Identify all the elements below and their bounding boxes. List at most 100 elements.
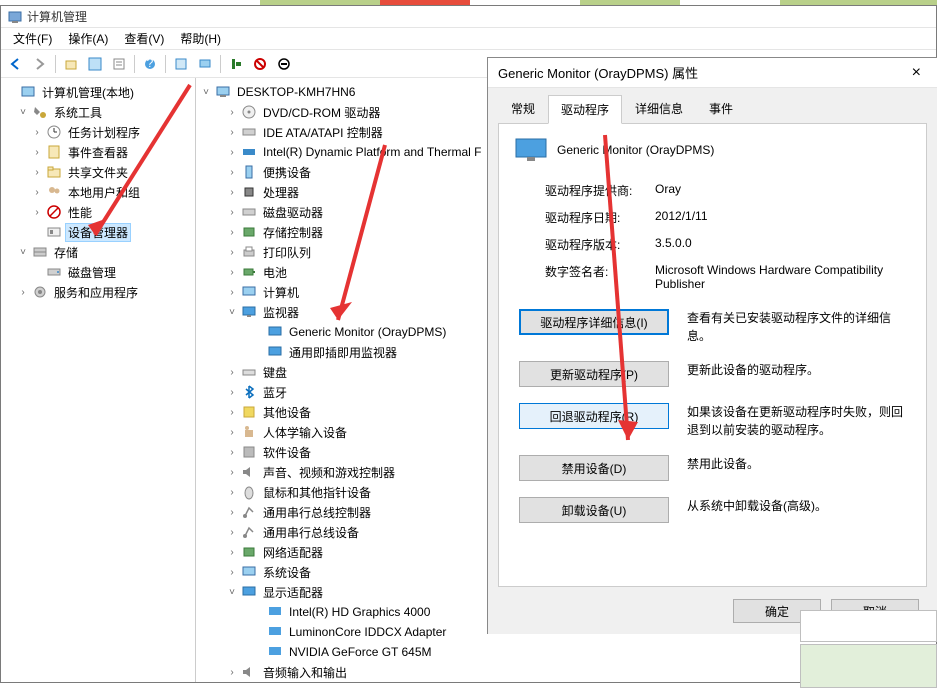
expand-icon[interactable]: ˅	[226, 587, 238, 598]
device-disk[interactable]: 磁盘驱动器	[260, 203, 326, 222]
tree-performance[interactable]: 性能	[65, 203, 95, 222]
device-keyboard[interactable]: 键盘	[260, 363, 290, 382]
device-display[interactable]: 显示适配器	[260, 583, 326, 602]
device-gpu2[interactable]: LuminonCore IDDCX Adapter	[286, 624, 449, 640]
expand-icon[interactable]: ›	[226, 407, 238, 418]
device-usb[interactable]: 通用串行总线控制器	[260, 503, 374, 522]
expand-icon[interactable]: ›	[226, 227, 238, 238]
help-button[interactable]: ?	[139, 53, 161, 75]
device-computer[interactable]: 计算机	[260, 283, 302, 302]
expand-icon[interactable]: ›	[226, 467, 238, 478]
expand-icon[interactable]: ›	[31, 147, 43, 158]
device-storage-ctrl[interactable]: 存储控制器	[260, 223, 326, 242]
expand-icon[interactable]: ›	[31, 187, 43, 198]
device-portable[interactable]: 便携设备	[260, 163, 314, 182]
expand-icon[interactable]: ›	[226, 387, 238, 398]
expand-icon[interactable]: ›	[226, 527, 238, 538]
tab-events[interactable]: 事件	[696, 94, 746, 123]
tree-local-users[interactable]: 本地用户和组	[65, 183, 143, 202]
expand-icon[interactable]: ›	[31, 207, 43, 218]
device-ide[interactable]: IDE ATA/ATAPI 控制器	[260, 123, 386, 142]
tree-event-viewer[interactable]: 事件查看器	[65, 143, 131, 162]
expand-icon[interactable]: ›	[226, 507, 238, 518]
dialog-titlebar[interactable]: Generic Monitor (OrayDPMS) 属性 ×	[488, 58, 937, 88]
device-system[interactable]: 系统设备	[260, 563, 314, 582]
expand-icon[interactable]: ›	[226, 147, 238, 158]
expand-icon[interactable]: ›	[226, 207, 238, 218]
device-usb-dev[interactable]: 通用串行总线设备	[260, 523, 362, 542]
device-mon1[interactable]: Generic Monitor (OrayDPMS)	[286, 324, 449, 340]
expand-icon[interactable]: ›	[226, 247, 238, 258]
menu-help[interactable]: 帮助(H)	[172, 28, 229, 49]
up-button[interactable]	[60, 53, 82, 75]
expand-icon[interactable]: ›	[17, 287, 29, 298]
tree-storage[interactable]: 存储	[51, 243, 81, 262]
expand-icon[interactable]: ›	[226, 447, 238, 458]
expand-icon[interactable]: ›	[226, 267, 238, 278]
device-other[interactable]: 其他设备	[260, 403, 314, 422]
expand-icon[interactable]: ›	[226, 187, 238, 198]
expand-icon[interactable]: ›	[31, 127, 43, 138]
enable-button[interactable]	[225, 53, 247, 75]
uninstall-device-button[interactable]: 卸载设备(U)	[519, 497, 669, 523]
device-audio[interactable]: 声音、视频和游戏控制器	[260, 463, 398, 482]
device-printer[interactable]: 打印队列	[260, 243, 314, 262]
tree-disk-mgmt[interactable]: 磁盘管理	[65, 263, 119, 282]
tree-shared-folders[interactable]: 共享文件夹	[65, 163, 131, 182]
expand-icon[interactable]: ›	[226, 427, 238, 438]
device-monitors[interactable]: 监视器	[260, 303, 302, 322]
device-network[interactable]: 网络适配器	[260, 543, 326, 562]
close-icon[interactable]: ×	[906, 64, 927, 82]
tab-driver[interactable]: 驱动程序	[548, 95, 622, 124]
device-mouse[interactable]: 鼠标和其他指针设备	[260, 483, 374, 502]
expand-icon[interactable]: ˅	[226, 307, 238, 318]
menu-action[interactable]: 操作(A)	[60, 28, 116, 49]
left-tree-panel[interactable]: ▸计算机管理(本地) ˅系统工具 ›任务计划程序 ›事件查看器 ›共享文件夹 ›…	[1, 78, 196, 682]
expand-icon[interactable]: ˅	[17, 107, 29, 118]
driver-details-button[interactable]: 驱动程序详细信息(I)	[519, 309, 669, 335]
device-dvd[interactable]: DVD/CD-ROM 驱动器	[260, 103, 383, 122]
title-bar[interactable]: 计算机管理	[1, 6, 936, 28]
forward-button[interactable]	[29, 53, 51, 75]
uninstall-button[interactable]	[273, 53, 295, 75]
device-software[interactable]: 软件设备	[260, 443, 314, 462]
device-bluetooth[interactable]: 蓝牙	[260, 383, 290, 402]
menu-file[interactable]: 文件(F)	[5, 28, 60, 49]
expand-icon[interactable]: ›	[226, 567, 238, 578]
tree-system-tools[interactable]: 系统工具	[51, 103, 105, 122]
expand-icon[interactable]: ›	[226, 167, 238, 178]
expand-icon[interactable]: ›	[226, 547, 238, 558]
device-audio-io[interactable]: 音频输入和输出	[260, 663, 350, 682]
expand-icon[interactable]: ›	[226, 487, 238, 498]
disable-button[interactable]	[249, 53, 271, 75]
device-cpu[interactable]: 处理器	[260, 183, 302, 202]
device-root[interactable]: DESKTOP-KMH7HN6	[234, 84, 358, 100]
tab-details[interactable]: 详细信息	[622, 94, 696, 123]
expand-icon[interactable]: ›	[226, 127, 238, 138]
device-mon2[interactable]: 通用即插即用监视器	[286, 343, 400, 362]
device-hid[interactable]: 人体学输入设备	[260, 423, 350, 442]
tree-device-manager[interactable]: 设备管理器	[65, 223, 131, 242]
expand-icon[interactable]: ˅	[200, 87, 212, 98]
properties-button[interactable]	[108, 53, 130, 75]
disable-device-button[interactable]: 禁用设备(D)	[519, 455, 669, 481]
device-gpu3[interactable]: NVIDIA GeForce GT 645M	[286, 644, 435, 660]
rollback-driver-button[interactable]: 回退驱动程序(R)	[519, 403, 669, 429]
tree-services[interactable]: 服务和应用程序	[51, 283, 141, 302]
tab-general[interactable]: 常规	[498, 94, 548, 123]
device-intel[interactable]: Intel(R) Dynamic Platform and Thermal F	[260, 144, 485, 160]
update-driver-button[interactable]: 更新驱动程序(P)	[519, 361, 669, 387]
device-gpu1[interactable]: Intel(R) HD Graphics 4000	[286, 604, 433, 620]
expand-icon[interactable]: ›	[226, 107, 238, 118]
view-button[interactable]	[84, 53, 106, 75]
scan-button[interactable]	[194, 53, 216, 75]
menu-view[interactable]: 查看(V)	[116, 28, 172, 49]
expand-icon[interactable]: ›	[226, 287, 238, 298]
back-button[interactable]	[5, 53, 27, 75]
expand-icon[interactable]: ›	[31, 167, 43, 178]
tree-root[interactable]: 计算机管理(本地)	[39, 83, 137, 102]
expand-icon[interactable]: ›	[226, 367, 238, 378]
expand-icon[interactable]: ˅	[17, 247, 29, 258]
refresh-button[interactable]	[170, 53, 192, 75]
device-battery[interactable]: 电池	[260, 263, 290, 282]
